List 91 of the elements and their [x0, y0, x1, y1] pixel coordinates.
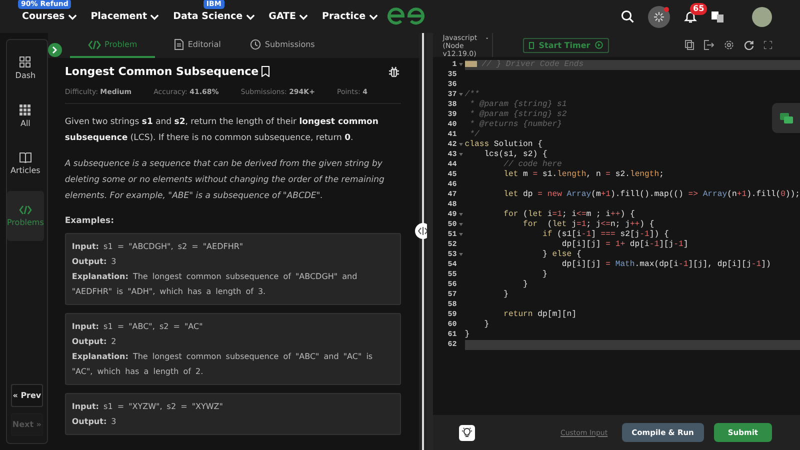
bell-icon[interactable]	[684, 10, 697, 23]
code-line: * @param {string} s1	[468, 100, 567, 110]
code-line: }	[541, 270, 548, 280]
rectangle-icon	[528, 42, 534, 48]
code-line: for (let j=1; j<=n; j++) {	[522, 220, 654, 230]
example-line: Output: 3	[72, 416, 118, 428]
code-line: return dp[m][n]	[502, 310, 576, 320]
nav-menu[interactable]: Practice	[322, 11, 378, 22]
tab[interactable]: Submissions	[240, 33, 325, 58]
code-line: }	[522, 280, 528, 290]
notification-count: 65	[690, 3, 708, 15]
search-icon[interactable]	[621, 10, 634, 23]
example-line: Input: s1 = "ABC", s2 = "AC"	[72, 321, 204, 333]
code-icon	[88, 40, 101, 50]
fold-arrow-icon[interactable]	[458, 213, 463, 216]
example-line: Explanation: The longest common subsequence of "ABCDGH" and "AEDFHR" is "ADH", which has a length of 3.	[72, 271, 358, 298]
chevron-down-icon	[368, 14, 378, 20]
example-line: Output: 2	[72, 336, 118, 348]
translate-icon[interactable]	[711, 10, 724, 22]
folded-code-marker[interactable]	[464, 60, 477, 67]
code-line: // code here	[502, 160, 562, 170]
code-line: lcs(s1, s2) {	[483, 150, 548, 160]
chat-icon	[780, 112, 792, 124]
code-icon	[18, 205, 32, 215]
fold-arrow-icon[interactable]	[458, 233, 463, 236]
code-line: if (s1[i-1] === s2[j-1]) {	[541, 230, 669, 240]
copy-icon[interactable]	[685, 40, 694, 50]
hint-button[interactable]	[458, 424, 475, 440]
example-line: Input: s1 = "ABCDGH", s2 = "AEDFHR"	[72, 241, 244, 253]
notification-dot	[664, 6, 669, 12]
code-line: } else {	[541, 250, 582, 260]
start-timer-button[interactable]: Start Timer	[522, 38, 610, 52]
refresh-icon[interactable]	[744, 40, 754, 50]
sidebar-item[interactable]: Dash	[7, 48, 44, 88]
example-line: Output: 3	[72, 256, 118, 268]
dashboard-icon	[19, 56, 32, 68]
bookmark-icon[interactable]	[260, 66, 270, 77]
code-line: }	[483, 320, 490, 330]
code-line: dp[i][j] = Math.max(dp[i-1][j], dp[i][j-1])	[560, 260, 771, 270]
code-line: let dp = new Array(m+1).fill().map(() => Array(n+1).fill(0));	[502, 190, 800, 200]
code-line: * @returns {number}	[468, 120, 562, 130]
chat-button[interactable]	[772, 103, 800, 133]
avatar[interactable]	[752, 6, 772, 26]
bug-icon[interactable]	[388, 66, 399, 77]
definition-note: A subsequence is a sequence that can be derived from the given string by deleting some or no elements without changing the order of the remaining elements. For example, "ABE" is a subsequence of "ABCDE".	[64, 158, 386, 203]
code-line: class Solution {	[464, 140, 542, 150]
code-line: dp[i][j] = 1+ dp[i-1][j-1]	[560, 240, 688, 250]
nav-menu[interactable]: Placement	[90, 11, 160, 22]
example-line: Input: s1 = "XYZW", s2 = "XYWZ"	[72, 401, 224, 413]
fold-arrow-icon[interactable]	[458, 143, 463, 146]
prev-button[interactable]: « Prev	[11, 384, 43, 407]
code-line: * @param {string} s2	[468, 110, 567, 120]
chevron-down-icon	[150, 14, 160, 20]
code-line: let m = s1.length, n = s2.length;	[502, 170, 664, 180]
import-icon[interactable]	[704, 40, 714, 50]
examples-heading: Examples:	[64, 216, 115, 226]
sparkle-button[interactable]	[648, 6, 670, 28]
grid-icon	[19, 104, 32, 116]
example-line: Explanation: The longest common subsequence of "ABC" and "AC" is "AC", which has a length of 2.	[72, 351, 374, 378]
fold-arrow-icon[interactable]	[458, 153, 463, 156]
fold-arrow-icon[interactable]	[458, 253, 463, 256]
description: Given two strings s1 and s2, return the length of their longest common subsequence (LCS). If there is no common subsequence, return 0.	[64, 116, 380, 145]
tab[interactable]: Problem	[70, 33, 155, 58]
clock-icon	[250, 39, 261, 50]
book-icon	[18, 152, 32, 163]
code-line: }	[502, 290, 508, 300]
sidebar-item[interactable]: Problems	[7, 191, 44, 241]
chevron-right-icon	[52, 46, 58, 54]
play-icon	[595, 41, 604, 49]
sidebar-item[interactable]: All	[7, 96, 44, 136]
fold-arrow-icon[interactable]	[458, 63, 463, 66]
tab[interactable]: Editorial	[154, 33, 240, 58]
settings-icon[interactable]	[724, 40, 734, 50]
code-line: /**	[464, 90, 480, 100]
lightbulb-icon	[462, 427, 472, 438]
code-line: }	[464, 330, 470, 340]
nav-menu[interactable]: GATE	[268, 11, 308, 22]
chevron-down-icon	[246, 14, 255, 20]
code-line: */	[468, 130, 480, 140]
fold-arrow-icon[interactable]	[458, 93, 463, 96]
chevron-down-icon	[299, 14, 308, 20]
logo-icon	[386, 6, 426, 26]
document-icon	[174, 39, 184, 50]
fullscreen-icon[interactable]	[764, 41, 772, 49]
problem-title: Longest Common Subsequence	[64, 65, 259, 78]
chevron-down-icon	[68, 14, 77, 20]
code-line: for (let i=1; i<=m ; i++) {	[502, 210, 635, 220]
resize-arrows-icon	[418, 227, 428, 235]
fold-arrow-icon[interactable]	[458, 223, 463, 226]
sparkle-icon	[654, 12, 664, 22]
sidebar-item[interactable]: Articles	[7, 144, 44, 183]
